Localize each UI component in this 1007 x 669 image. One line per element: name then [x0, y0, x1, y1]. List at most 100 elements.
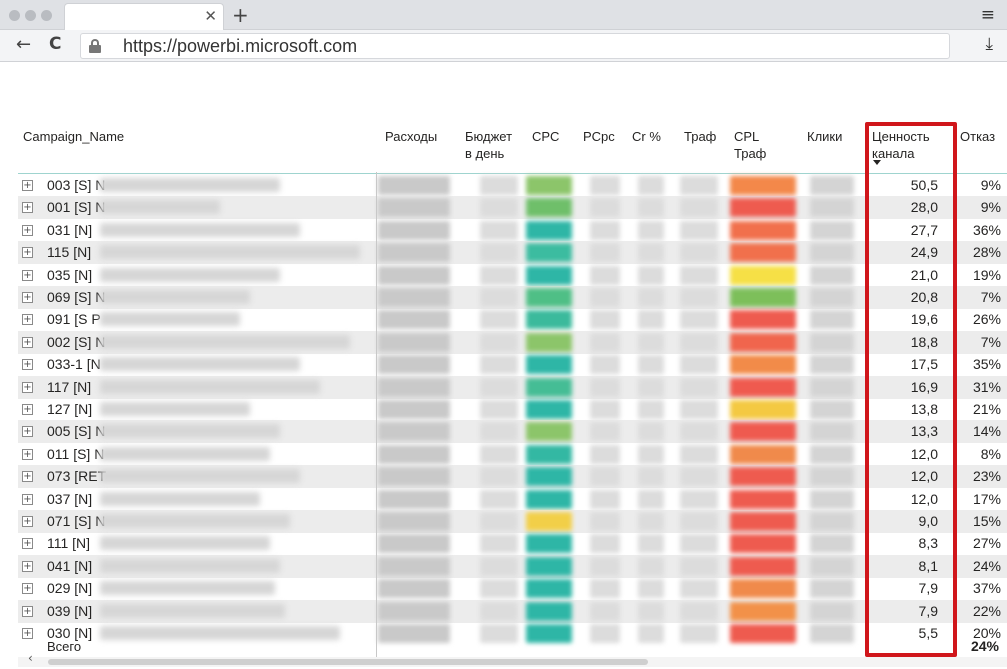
pcpc-cell	[590, 467, 620, 487]
campaign-name: 011 [S] N	[47, 445, 105, 462]
table-row[interactable]: +035 [N] 21,0 19%	[18, 264, 1007, 287]
col-header-clicks[interactable]: Клики	[807, 128, 842, 145]
table-row[interactable]: +005 [S] N 13,3 14%	[18, 420, 1007, 444]
budget-cell	[480, 422, 518, 442]
expand-icon[interactable]: +	[22, 493, 33, 505]
table-row[interactable]: +115 [N] 24,9 28%	[18, 241, 1007, 265]
total-label: Всего	[47, 639, 82, 654]
table-row[interactable]: +073 [RET 12,0 23%	[18, 465, 1007, 489]
menu-icon[interactable]: ≡	[981, 5, 995, 25]
new-tab-icon[interactable]: +	[232, 3, 249, 27]
cr-cell	[638, 377, 664, 397]
clicks-cell	[810, 310, 854, 330]
expand-icon[interactable]: +	[22, 471, 33, 483]
col-header-cpl[interactable]: CPL Траф	[734, 128, 766, 162]
browser-tab[interactable]: ✕	[64, 3, 224, 30]
expand-icon[interactable]: +	[22, 314, 33, 326]
expand-icon[interactable]: +	[22, 247, 33, 259]
table-row[interactable]: +003 [S] N 50,5 9%	[18, 174, 1007, 197]
expenses-cell	[378, 310, 450, 330]
expand-icon[interactable]: +	[22, 381, 33, 393]
expand-icon[interactable]: +	[22, 583, 33, 595]
address-bar: ← C https://powerbi.microsoft.com ⤓	[0, 30, 1007, 62]
pcpc-cell	[590, 288, 620, 307]
channel-value: 19,6	[910, 311, 938, 328]
traffic-cell	[680, 601, 718, 621]
expand-icon[interactable]: +	[22, 336, 33, 348]
table-row[interactable]: +071 [S] N 9,0 15%	[18, 510, 1007, 533]
scrollbar-thumb[interactable]	[48, 659, 648, 665]
table-row[interactable]: +039 [N] 7,9 22%	[18, 599, 1007, 623]
col-header-cr[interactable]: Cr %	[632, 128, 661, 145]
expenses-cell	[378, 265, 450, 285]
table-row[interactable]: +031 [N] 27,7 36%	[18, 219, 1007, 242]
table-row[interactable]: +091 [S P 19,6 26%	[18, 308, 1007, 331]
cr-cell	[638, 556, 664, 576]
budget-cell	[480, 332, 518, 352]
sort-desc-icon[interactable]	[873, 160, 881, 165]
redacted-text	[100, 357, 300, 372]
channel-value: 13,8	[910, 401, 938, 417]
campaign-name: 005 [S] N	[47, 423, 106, 440]
back-arrow-icon[interactable]: ←	[16, 34, 31, 55]
horizontal-scrollbar[interactable]: ‹	[18, 651, 1007, 667]
url-text[interactable]: https://powerbi.microsoft.com	[123, 36, 357, 57]
expand-icon[interactable]: +	[22, 426, 33, 438]
expand-icon[interactable]: +	[22, 538, 33, 550]
table-row[interactable]: +127 [N] 13,8 21%	[18, 398, 1007, 421]
close-icon[interactable]: ✕	[204, 7, 217, 25]
traffic-cell	[680, 355, 718, 375]
window-close-dot[interactable]	[9, 10, 20, 21]
cr-cell	[638, 265, 664, 285]
redacted-text	[100, 536, 270, 551]
reload-icon[interactable]: C	[49, 34, 61, 54]
table-row[interactable]: +037 [N] 12,0 17%	[18, 488, 1007, 511]
download-icon[interactable]: ⤓	[985, 34, 993, 54]
cpc-cell	[526, 467, 572, 487]
col-header-bounce[interactable]: Отказ	[960, 128, 995, 145]
clicks-cell	[810, 265, 854, 285]
table-row[interactable]: +001 [S] N 28,0 9%	[18, 196, 1007, 220]
col-header-budget[interactable]: Бюджет в день	[465, 128, 512, 162]
table-row[interactable]: +117 [N] 16,9 31%	[18, 375, 1007, 399]
window-minimize-dot[interactable]	[25, 10, 36, 21]
table-row[interactable]: +033-1 [N 17,5 35%	[18, 353, 1007, 376]
col-header-traffic[interactable]: Траф	[684, 128, 716, 145]
expenses-cell	[378, 601, 450, 621]
channel-value: 20,8	[910, 289, 938, 305]
bounce-value: 28%	[972, 244, 1001, 261]
col-header-value[interactable]: Ценность канала	[872, 128, 930, 162]
cpl-cell	[730, 355, 796, 375]
redacted-text	[100, 469, 300, 484]
table-row[interactable]: +041 [N] 8,1 24%	[18, 554, 1007, 578]
expand-icon[interactable]: +	[22, 269, 33, 281]
table-row[interactable]: +011 [S] N 12,0 8%	[18, 443, 1007, 466]
scroll-left-icon[interactable]: ‹	[28, 651, 33, 665]
budget-cell	[480, 355, 518, 375]
expand-icon[interactable]: +	[22, 180, 33, 191]
url-field[interactable]: https://powerbi.microsoft.com	[80, 33, 950, 59]
channel-value: 27,7	[910, 221, 938, 238]
table-row[interactable]: +069 [S] N 20,8 7%	[18, 286, 1007, 309]
expand-icon[interactable]: +	[22, 359, 33, 371]
expand-icon[interactable]: +	[22, 404, 33, 415]
expand-icon[interactable]: +	[22, 605, 33, 617]
expand-icon[interactable]: +	[22, 448, 33, 460]
expand-icon[interactable]: +	[22, 516, 33, 527]
channel-value: 7,9	[918, 602, 938, 619]
table-row[interactable]: +002 [S] N 18,8 7%	[18, 330, 1007, 354]
table-row[interactable]: +029 [N] 7,9 37%	[18, 577, 1007, 600]
cpl-cell	[730, 556, 796, 576]
table-row[interactable]: +111 [N] 8,3 27%	[18, 532, 1007, 555]
expand-icon[interactable]: +	[22, 224, 33, 236]
cr-cell	[638, 198, 664, 218]
window-maximize-dot[interactable]	[41, 10, 52, 21]
expand-icon[interactable]: +	[22, 202, 33, 214]
expenses-cell	[378, 176, 450, 195]
col-header-pcpc[interactable]: PCpc	[583, 128, 615, 145]
col-header-expenses[interactable]: Расходы	[385, 128, 437, 145]
expand-icon[interactable]: +	[22, 292, 33, 303]
col-header-cpc[interactable]: CPC	[532, 128, 559, 145]
col-header-campaign[interactable]: Campaign_Name	[23, 128, 124, 145]
expand-icon[interactable]: +	[22, 560, 33, 572]
